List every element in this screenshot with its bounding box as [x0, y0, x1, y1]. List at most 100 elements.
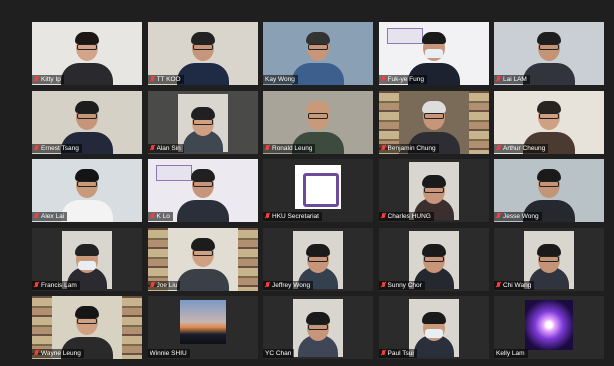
participant-name-bar: Winnie SHIU [147, 349, 190, 358]
participant-name-bar: Kitty Ip [32, 75, 64, 84]
participant-name: Charles HUNG [387, 213, 431, 220]
participant-tile[interactable]: Francis Lam [32, 227, 142, 291]
participant-name: Jesse Wong [503, 213, 539, 220]
participant-tile[interactable]: Jesse Wong [494, 159, 604, 222]
microphone-muted-icon [34, 213, 39, 220]
participant-name-bar: Fuk-ye Fung [378, 75, 427, 84]
participant-tile[interactable]: Jeffrey Wong [263, 227, 373, 291]
video-frame [177, 93, 228, 152]
profile-picture [179, 300, 226, 344]
participant-name-bar: YC Chan [263, 349, 295, 358]
gallery-view-grid: Kitty Ip TT KOO Kay Wong Fuk-ye Fung Lai LAM… [32, 22, 604, 359]
participant-figure [61, 164, 113, 222]
participant-tile[interactable]: Lai LAM [494, 22, 604, 85]
microphone-muted-icon [496, 281, 501, 289]
microphone-muted-icon [150, 76, 155, 83]
participant-figure [292, 27, 344, 85]
participant-name: Benjamin Chung [387, 144, 436, 152]
participant-name-bar: Benjamin Chung [378, 143, 439, 153]
bookshelf-background [237, 227, 258, 291]
microphone-muted-icon [265, 213, 270, 220]
participant-name-bar: Kay Wong [263, 75, 298, 84]
microphone-muted-icon [265, 144, 270, 152]
microphone-muted-icon [496, 76, 501, 83]
video-frame [293, 299, 343, 357]
participant-name-bar: TT KOO [147, 75, 184, 84]
participant-figure [176, 164, 229, 222]
participant-name-bar: Arthur Cheung [494, 143, 549, 153]
microphone-muted-icon [496, 144, 501, 152]
participant-tile[interactable]: Ronald Leung [263, 90, 373, 154]
microphone-muted-icon [34, 76, 39, 83]
participant-name-bar: Alex Lai [32, 212, 68, 221]
participant-name: Kay Wong [265, 76, 295, 83]
microphone-muted-icon [150, 213, 155, 220]
participant-name-bar: Jeffrey Wong [263, 280, 314, 290]
participant-tile[interactable]: Winnie SHIU [147, 296, 258, 359]
microphone-muted-icon [265, 281, 270, 289]
participant-name: Jeffrey Wong [272, 281, 311, 289]
participant-figure [298, 307, 338, 357]
participant-tile[interactable]: YC Chan [263, 296, 373, 359]
bookshelf-background [468, 90, 489, 154]
participant-tile[interactable]: Ernest Tsang [32, 90, 142, 154]
microphone-muted-icon [381, 281, 386, 289]
participant-name: Winnie SHIU [149, 350, 187, 357]
participant-tile[interactable]: Kay Wong [263, 22, 373, 85]
participant-name: YC Chan [265, 350, 292, 357]
participant-name-bar: Charles HUNG [378, 212, 434, 221]
participant-tile[interactable]: Charles HUNG [378, 159, 489, 222]
microphone-muted-icon [34, 350, 39, 357]
participant-tile[interactable]: Joe Liu [147, 227, 258, 291]
participant-name: Francis Lam [41, 281, 77, 289]
participant-name: Kitty Ip [41, 76, 61, 83]
participant-tile[interactable]: HKU Secretariat [263, 159, 373, 222]
organization-logo-icon [295, 165, 341, 209]
microphone-muted-icon [34, 144, 39, 152]
participant-figure [176, 27, 229, 85]
participant-tile[interactable]: Kelly Lam [494, 296, 604, 359]
participant-figure [413, 307, 454, 357]
participant-tile[interactable]: Alan Sin [147, 90, 258, 154]
participant-tile[interactable]: Kitty Ip [32, 22, 142, 85]
participant-name: Joe Liu [156, 281, 178, 289]
participant-name-bar: Jesse Wong [494, 212, 542, 221]
participant-name: TT KOO [156, 76, 181, 83]
participant-tile[interactable]: TT KOO [147, 22, 258, 85]
microphone-muted-icon [150, 144, 155, 152]
participant-name: Ronald Leung [272, 144, 313, 152]
participant-tile[interactable]: Benjamin Chung [378, 90, 489, 154]
participant-name: Chi Wang [503, 281, 532, 289]
microphone-muted-icon [381, 144, 386, 152]
participant-name: K Lo [156, 213, 170, 220]
microphone-muted-icon [381, 213, 386, 220]
participant-tile[interactable]: Wayne Leung [32, 296, 142, 359]
participant-name-bar: Ernest Tsang [32, 143, 82, 153]
participant-tile[interactable]: K Lo [147, 159, 258, 222]
participant-name-bar: K Lo [147, 212, 173, 221]
participant-figure [176, 233, 229, 291]
participant-name: Arthur Cheung [503, 144, 546, 152]
participant-tile[interactable]: Sunny Chor [378, 227, 489, 291]
participant-name-bar: Paul Tsui [378, 349, 417, 358]
participant-name: Paul Tsui [387, 350, 414, 357]
participant-tile[interactable]: Fuk-ye Fung [378, 22, 489, 85]
participant-name: HKU Secretariat [272, 213, 319, 220]
participant-tile[interactable]: Arthur Cheung [494, 90, 604, 154]
participant-name-bar: Lai LAM [494, 75, 530, 84]
participant-name: Fuk-ye Fung [387, 76, 425, 83]
participant-name-bar: HKU Secretariat [263, 212, 322, 221]
participant-name: Sunny Chor [387, 281, 422, 289]
participant-name-bar: Alan Sin [147, 143, 184, 153]
participant-name: Alan Sin [156, 144, 181, 152]
participant-tile[interactable]: Paul Tsui [378, 296, 489, 359]
microphone-muted-icon [381, 76, 386, 83]
microphone-muted-icon [381, 350, 386, 357]
profile-picture [525, 300, 573, 350]
bookshelf-background [122, 296, 142, 359]
participant-name: Lai LAM [503, 76, 527, 83]
microphone-muted-icon [150, 281, 155, 289]
participant-tile[interactable]: Chi Wang [494, 227, 604, 291]
participant-figure [182, 102, 223, 152]
participant-tile[interactable]: Alex Lai [32, 159, 142, 222]
